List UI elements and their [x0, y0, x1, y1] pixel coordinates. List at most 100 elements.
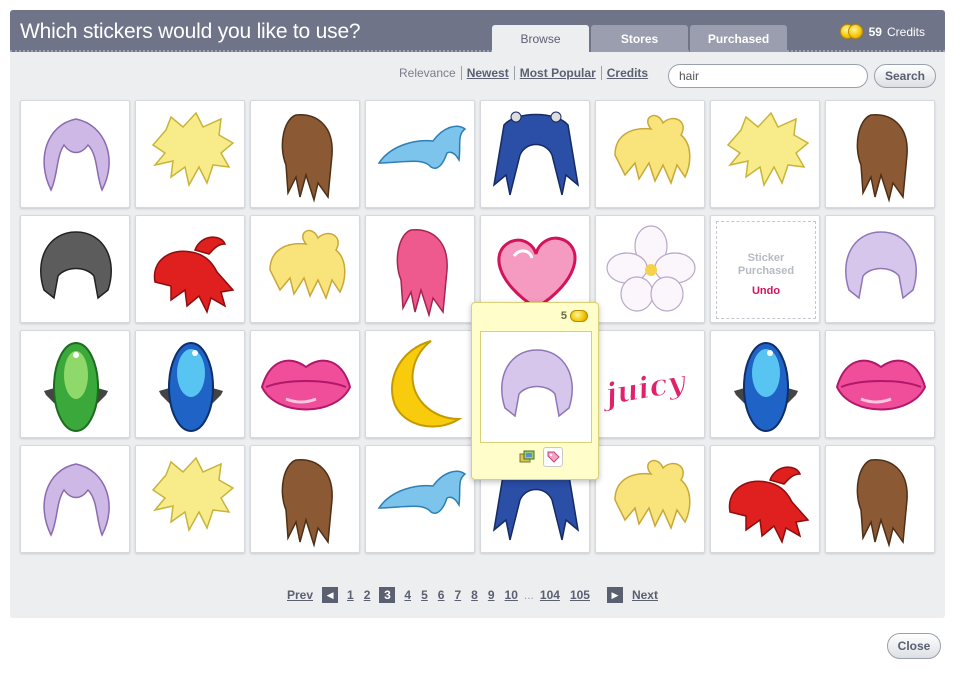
popup-actions — [517, 447, 563, 467]
sticker-image — [614, 459, 691, 531]
purchased-text: Purchased — [737, 265, 795, 277]
search-button[interactable]: Search — [874, 64, 936, 88]
pages-end: 104 105 — [535, 588, 595, 602]
sticker-dialog: Which stickers would you like to use? Br… — [10, 10, 945, 618]
page-link[interactable]: 8 — [471, 588, 478, 602]
sticker-cell-white-flower[interactable] — [595, 215, 705, 323]
page-link[interactable]: 1 — [347, 588, 354, 602]
sticker-cell-red-ponytail-hair[interactable] — [710, 445, 820, 553]
sticker-cell-pink-lips[interactable] — [825, 330, 935, 438]
sticker-cell-purchased[interactable]: Sticker Purchased Undo — [710, 215, 820, 323]
sticker-image — [396, 229, 448, 318]
sticker-cell-blue-gem[interactable] — [135, 330, 245, 438]
page-link[interactable]: 4 — [404, 588, 411, 602]
sticker-cell-blonde-spiky-hair[interactable] — [710, 100, 820, 208]
sticker-image — [159, 342, 223, 432]
prev-link[interactable]: Prev — [287, 588, 313, 602]
sticker-cell-blonde-bun-hair[interactable] — [595, 100, 705, 208]
sticker-image — [153, 236, 235, 315]
sticker-cell-lavender-hair[interactable] — [20, 445, 130, 553]
tab-stores[interactable]: Stores — [591, 25, 688, 52]
close-button[interactable]: Close — [887, 633, 941, 659]
sticker-image — [281, 114, 333, 203]
sticker-cell-blue-swoop-hair[interactable] — [365, 100, 475, 208]
sticker-image: juicy — [601, 363, 691, 414]
pagination: Prev ◀ 12 3 4 5 6 7 8 9 10 ... 104 105 ▶ Next — [282, 587, 663, 603]
page-link[interactable]: 104 — [540, 588, 560, 602]
sort-most-popular[interactable]: Most Popular — [515, 66, 601, 80]
sticker-cell-brown-long-hair[interactable] — [250, 100, 360, 208]
sort-newest[interactable]: Newest — [462, 66, 514, 80]
tab-browse[interactable]: Browse — [492, 25, 589, 52]
sticker-image — [492, 111, 580, 196]
sticker-image — [377, 125, 467, 169]
sticker-cell-green-gem[interactable] — [20, 330, 130, 438]
undo-link[interactable]: Undo — [717, 285, 815, 298]
sticker-cell-yellow-moon[interactable] — [365, 330, 475, 438]
page-link[interactable]: 105 — [570, 588, 590, 602]
page-link[interactable]: 5 — [421, 588, 428, 602]
sticker-cell-lavender-hair[interactable] — [20, 100, 130, 208]
sticker-image — [614, 114, 691, 186]
sticker-preview-popup: 5 — [471, 302, 599, 480]
current-page: 3 — [379, 587, 396, 603]
page-link[interactable]: 9 — [488, 588, 495, 602]
purchased-placeholder: Sticker Purchased Undo — [716, 221, 816, 319]
sticker-cell-blue-swoop-hair[interactable] — [365, 445, 475, 553]
sticker-cell-pink-hair[interactable] — [365, 215, 475, 323]
next-arrow-icon[interactable]: ▶ — [606, 587, 623, 603]
sticker-image — [606, 225, 696, 312]
svg-text:juicy: juicy — [601, 364, 690, 414]
purchased-text: Sticker — [747, 252, 785, 264]
sticker-image — [501, 349, 573, 418]
credits-label: Credits — [886, 24, 925, 39]
sticker-image — [43, 118, 110, 192]
sticker-cell-blue-pigtail-hair[interactable] — [480, 100, 590, 208]
sort-credits[interactable]: Credits — [602, 66, 653, 80]
gallery-icon[interactable] — [517, 447, 537, 467]
credits-count: 59 — [868, 24, 882, 39]
sticker-image — [260, 359, 352, 411]
dialog-title: Which stickers would you like to use? — [20, 20, 361, 43]
tab-purchased[interactable]: Purchased — [690, 25, 787, 52]
sticker-cell-brown-long-hair[interactable] — [250, 445, 360, 553]
sticker-cell-blonde-spiky-hair[interactable] — [135, 445, 245, 553]
sticker-image — [43, 463, 110, 537]
coin-icon — [570, 310, 588, 322]
sticker-cell-black-hair[interactable] — [20, 215, 130, 323]
page-link[interactable]: 6 — [438, 588, 445, 602]
sticker-image — [728, 466, 810, 545]
sticker-cell-lavender-bob-hair[interactable] — [825, 215, 935, 323]
popup-price: 5 — [561, 310, 588, 322]
sticker-cell-blonde-bun-hair[interactable] — [595, 445, 705, 553]
pagination-ellipsis: ... — [523, 588, 534, 602]
sticker-cell-juicy-text[interactable]: juicy — [595, 330, 705, 438]
sticker-cell-red-ponytail-hair[interactable] — [135, 215, 245, 323]
sticker-image — [40, 231, 112, 300]
sticker-cell-pink-lips[interactable] — [250, 330, 360, 438]
dialog-header: Which stickers would you like to use? Br… — [10, 10, 945, 52]
sticker-image — [377, 470, 467, 514]
sticker-cell-blue-gem[interactable] — [710, 330, 820, 438]
sticker-image — [845, 231, 917, 300]
sticker-image — [856, 114, 908, 203]
sort-relevance[interactable]: Relevance — [394, 66, 461, 80]
sticker-cell-brown-long-hair[interactable] — [825, 445, 935, 553]
sticker-cell-blonde-spiky-hair[interactable] — [135, 100, 245, 208]
tab-bar: Browse Stores Purchased — [492, 25, 787, 52]
page-link[interactable]: 7 — [454, 588, 461, 602]
search-input[interactable] — [668, 64, 868, 88]
next-link[interactable]: Next — [632, 588, 658, 602]
popup-sticker-preview[interactable] — [480, 331, 592, 443]
price-tag-icon[interactable] — [543, 447, 563, 467]
prev-arrow-icon[interactable]: ◀ — [322, 587, 339, 603]
page-link[interactable]: 10 — [505, 588, 518, 602]
page-link[interactable]: 2 — [364, 588, 371, 602]
coins-icon — [839, 24, 864, 39]
sticker-image — [391, 340, 463, 428]
sticker-cell-blonde-bun-hair[interactable] — [250, 215, 360, 323]
sticker-image — [44, 342, 108, 432]
credits-display: 59 Credits — [839, 24, 925, 39]
sticker-cell-brown-long-hair[interactable] — [825, 100, 935, 208]
sort-bar: Relevance Newest Most Popular Credits — [394, 66, 653, 80]
